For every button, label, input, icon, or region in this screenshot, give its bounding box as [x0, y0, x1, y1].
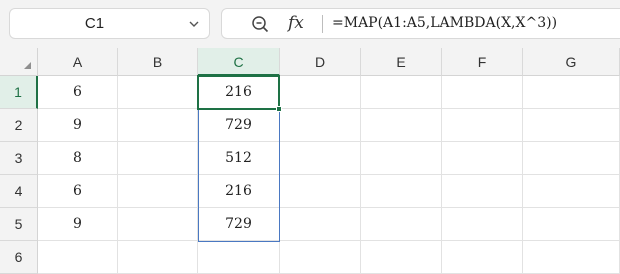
cell-a3[interactable]: 8 [38, 142, 118, 175]
formula-bar[interactable]: fx =MAP(A1:A5,LAMBDA(X,X^3)) [221, 8, 620, 39]
cell-f2[interactable] [442, 109, 523, 142]
cell-e2[interactable] [361, 109, 442, 142]
column-header-c[interactable]: C [198, 48, 280, 76]
column-header-d[interactable]: D [280, 48, 361, 76]
cell-b6[interactable] [118, 241, 198, 274]
fx-icon[interactable]: fx [288, 10, 304, 37]
cell-g4[interactable] [523, 175, 620, 208]
cell-b1[interactable] [118, 76, 198, 109]
zoom-icon[interactable] [250, 14, 270, 34]
cell-g6[interactable] [523, 241, 620, 274]
cell-d3[interactable] [280, 142, 361, 175]
cell-c3[interactable]: 512 [198, 142, 280, 175]
cell-f3[interactable] [442, 142, 523, 175]
cell-e1[interactable] [361, 76, 442, 109]
cell-f4[interactable] [442, 175, 523, 208]
select-all-icon[interactable] [24, 62, 31, 69]
row-header-6[interactable]: 6 [0, 241, 38, 274]
formula-toolbar: C1 fx =MAP(A1:A5,LAMBDA(X,X^3)) [0, 0, 620, 48]
cell-d1[interactable] [280, 76, 361, 109]
cell-c6[interactable] [198, 241, 280, 274]
cell-g5[interactable] [523, 208, 620, 241]
cell-e6[interactable] [361, 241, 442, 274]
cell-d2[interactable] [280, 109, 361, 142]
cell-b2[interactable] [118, 109, 198, 142]
cell-e4[interactable] [361, 175, 442, 208]
name-box-value[interactable]: C1 [10, 9, 179, 38]
row-header-3[interactable]: 3 [0, 142, 38, 175]
cell-c4[interactable]: 216 [198, 175, 280, 208]
cell-g3[interactable] [523, 142, 620, 175]
cell-d6[interactable] [280, 241, 361, 274]
cell-e5[interactable] [361, 208, 442, 241]
cell-a6[interactable] [38, 241, 118, 274]
row-header-5[interactable]: 5 [0, 208, 38, 241]
cell-a5[interactable]: 9 [38, 208, 118, 241]
formula-input[interactable]: =MAP(A1:A5,LAMBDA(X,X^3)) [332, 9, 557, 38]
cell-a2[interactable]: 9 [38, 109, 118, 142]
row-header-2[interactable]: 2 [0, 109, 38, 142]
spreadsheet-grid: A B C D E F G 1 6 216 2 9 729 3 8 512 4 6 216 5 9 729 6 [0, 48, 620, 274]
cell-b5[interactable] [118, 208, 198, 241]
cell-g2[interactable] [523, 109, 620, 142]
row-header-4[interactable]: 4 [0, 175, 38, 208]
name-box[interactable]: C1 [9, 8, 210, 39]
cell-a1[interactable]: 6 [38, 76, 118, 109]
cell-d4[interactable] [280, 175, 361, 208]
cell-f1[interactable] [442, 76, 523, 109]
cell-d5[interactable] [280, 208, 361, 241]
cell-f5[interactable] [442, 208, 523, 241]
column-header-g[interactable]: G [523, 48, 620, 76]
cell-c2[interactable]: 729 [198, 109, 280, 142]
fill-handle[interactable] [276, 106, 282, 112]
chevron-down-icon[interactable] [187, 17, 201, 31]
cell-e3[interactable] [361, 142, 442, 175]
formula-divider [322, 15, 323, 33]
cell-a4[interactable]: 6 [38, 175, 118, 208]
cell-b3[interactable] [118, 142, 198, 175]
row-header-1[interactable]: 1 [0, 76, 38, 109]
cell-c5[interactable]: 729 [198, 208, 280, 241]
column-header-e[interactable]: E [361, 48, 442, 76]
cell-f6[interactable] [442, 241, 523, 274]
column-header-b[interactable]: B [118, 48, 198, 76]
cell-b4[interactable] [118, 175, 198, 208]
select-all-button[interactable] [0, 48, 38, 76]
cell-g1[interactable] [523, 76, 620, 109]
cell-c1[interactable]: 216 [198, 76, 280, 109]
column-header-a[interactable]: A [38, 48, 118, 76]
column-header-f[interactable]: F [442, 48, 523, 76]
